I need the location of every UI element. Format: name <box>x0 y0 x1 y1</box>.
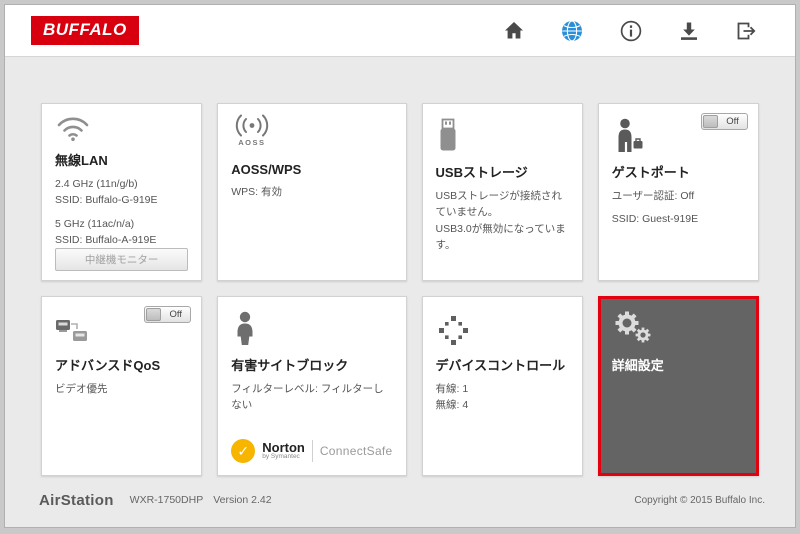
card-usb-storage[interactable]: USBストレージ USBストレージが接続されていません。 USB3.0が無効にな… <box>421 103 583 281</box>
copyright-text: Copyright © 2015 Buffalo Inc. <box>634 494 765 506</box>
norton-sub: by Symantec <box>262 453 300 461</box>
footer-bar: AirStation WXR-1750DHP Version 2.42 Copy… <box>5 479 795 527</box>
toggle-label: Off <box>726 116 739 127</box>
card-title: デバイスコントロール <box>435 358 566 373</box>
card-aoss-wps[interactable]: AOSS AOSS/WPS WPS: 有効 <box>217 103 407 281</box>
guest-ssid: SSID: Guest-919E <box>611 213 699 226</box>
card-advanced-settings[interactable]: 詳細設定 <box>597 296 759 476</box>
card-wireless-lan[interactable]: 無線LAN 2.4 GHz (11n/g/b) SSID: Buffalo-G-… <box>41 103 203 281</box>
aoss-info: WPS: 有効 <box>231 184 392 200</box>
norton-check-icon: ✓ <box>231 439 256 463</box>
card-grid: 無線LAN 2.4 GHz (11n/g/b) SSID: Buffalo-G-… <box>5 57 795 479</box>
header-bar: BUFFALO <box>5 5 795 57</box>
header-nav <box>504 20 769 42</box>
wireless-ssid-2: SSID: Buffalo-A-919E <box>55 233 157 246</box>
card-site-filter[interactable]: 有害サイトブロック フィルターレベル: フィルターしない ✓ Norton by… <box>217 296 407 476</box>
card-device-control[interactable]: デバイスコントロール 有線: 1 無線: 4 <box>421 296 583 476</box>
guest-info: ユーザー認証: Off SSID: Guest-919E <box>612 188 745 228</box>
aoss-icon: AOSS <box>231 114 392 154</box>
buffalo-logo: BUFFALO <box>31 16 139 45</box>
filter-level: フィルターレベル: フィルターしない <box>231 383 384 412</box>
download-icon[interactable] <box>679 21 699 41</box>
usb-status-2: USB3.0が無効になっています。 <box>435 222 566 251</box>
card-title: ゲストポート <box>611 165 690 180</box>
guest-port-toggle[interactable]: Off <box>701 113 748 130</box>
gears-icon <box>612 307 745 347</box>
device-info: 有線: 1 無線: 4 <box>436 381 569 414</box>
filter-info: フィルターレベル: フィルターしない <box>231 381 392 414</box>
logout-icon[interactable] <box>736 21 757 41</box>
wifi-icon <box>55 114 188 142</box>
qos-toggle[interactable]: Off <box>144 306 192 323</box>
card-title: アドバンスドQoS <box>55 358 161 373</box>
wired-count: 有線: 1 <box>435 383 469 395</box>
wireless-info: 2.4 GHz (11n/g/b) SSID: Buffalo-G-919E 5… <box>55 176 188 248</box>
model-number: WXR-1750DHP <box>129 494 204 506</box>
page-frame: BUFFALO 無線LAN 2.4 GHz (11n/g/b) SSID: Bu… <box>4 4 796 528</box>
card-guest-port[interactable]: Off ゲストポート ユーザー認証: Off SSID: Guest-919E <box>597 103 759 281</box>
toggle-label: Off <box>169 309 182 320</box>
card-title: 無線LAN <box>55 153 108 168</box>
norton-name: Norton <box>262 439 305 455</box>
usb-status-1: USBストレージが接続されていません。 <box>435 190 562 219</box>
info-icon[interactable] <box>620 20 642 42</box>
norton-product: ConnectSafe <box>319 444 393 458</box>
wireless-count: 無線: 4 <box>435 399 469 412</box>
child-icon <box>231 307 392 347</box>
aoss-icon-label: AOSS <box>238 138 266 147</box>
qos-info: ビデオ優先 <box>55 381 188 397</box>
wps-status: WPS: 有効 <box>231 186 282 198</box>
globe-icon[interactable] <box>561 20 583 42</box>
card-title: 有害サイトブロック <box>231 358 349 373</box>
wireless-band-2: 5 GHz (11ac/n/a) <box>55 217 135 230</box>
card-title: AOSS/WPS <box>231 162 302 177</box>
toggle-knob <box>703 115 718 128</box>
card-title: USBストレージ <box>435 165 528 180</box>
norton-wordmark: Norton by Symantec <box>262 441 305 461</box>
airstation-logo: AirStation <box>39 491 114 509</box>
device-grid-icon <box>436 307 569 347</box>
repeater-monitor-button[interactable]: 中継機モニター <box>55 248 189 272</box>
wireless-band-1: 2.4 GHz (11n/g/b) <box>55 178 138 190</box>
card-title: 詳細設定 <box>611 358 664 373</box>
usb-info: USBストレージが接続されていません。 USB3.0が無効になっています。 <box>436 188 569 253</box>
norton-divider <box>311 440 313 462</box>
home-icon[interactable] <box>504 21 524 40</box>
firmware-version: Version 2.42 <box>213 494 272 506</box>
wireless-ssid-1: SSID: Buffalo-G-919E <box>55 194 158 207</box>
qos-priority: ビデオ優先 <box>55 383 108 395</box>
usb-icon <box>436 114 569 154</box>
norton-connectsafe-logo: ✓ Norton by Symantec ConnectSafe <box>231 433 392 463</box>
guest-auth-status: ユーザー認証: Off <box>611 190 695 202</box>
card-advanced-qos[interactable]: Off アドバンスドQoS ビデオ優先 <box>41 296 203 476</box>
toggle-knob <box>146 308 162 321</box>
